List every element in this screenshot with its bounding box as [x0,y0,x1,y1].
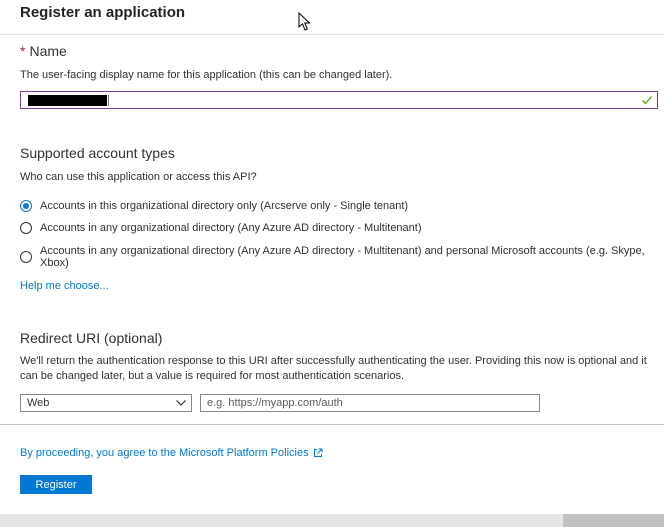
external-link-icon [313,448,323,457]
name-label: Name [29,43,67,59]
name-label-row: * Name [20,43,67,59]
radio-label: Accounts in this organizational director… [40,200,409,212]
name-field[interactable] [20,91,658,109]
footer-divider [0,424,664,425]
account-types-heading: Supported account types [20,145,175,161]
redacted-value [28,95,107,106]
redirect-uri-input[interactable] [200,394,540,412]
register-button[interactable]: Register [20,475,92,494]
checkmark-icon [642,96,652,105]
platform-policies-link[interactable]: By proceeding, you agree to the Microsof… [20,447,323,459]
radio-label: Accounts in any organizational directory… [40,222,422,234]
radio-option-single-tenant[interactable]: Accounts in this organizational director… [20,200,408,212]
help-me-choose-link[interactable]: Help me choose... [20,280,109,292]
radio-option-multitenant[interactable]: Accounts in any organizational directory… [20,222,422,234]
account-types-question: Who can use this application or access t… [20,171,257,183]
mouse-cursor-icon [298,12,311,31]
redirect-uri-heading: Redirect URI (optional) [20,330,163,346]
platform-select[interactable]: Web [20,394,192,412]
required-marker: * [20,43,26,59]
horizontal-scrollbar[interactable] [0,514,664,527]
chevron-down-icon [176,400,186,406]
header-divider [0,34,664,35]
radio-label: Accounts in any organizational directory… [40,245,645,269]
radio-button[interactable] [20,222,32,234]
text-caret [108,95,109,106]
platform-policies-text: By proceeding, you agree to the Microsof… [20,447,309,459]
page-title: Register an application [20,4,186,21]
redirect-uri-description: We'll return the authentication response… [20,355,647,382]
scrollbar-thumb[interactable] [563,514,664,527]
radio-button[interactable] [20,251,32,263]
name-description: The user-facing display name for this ap… [20,69,393,81]
platform-select-value: Web [27,397,50,409]
radio-button-selected[interactable] [20,200,32,212]
radio-option-multitenant-personal[interactable]: Accounts in any organizational directory… [20,245,664,269]
